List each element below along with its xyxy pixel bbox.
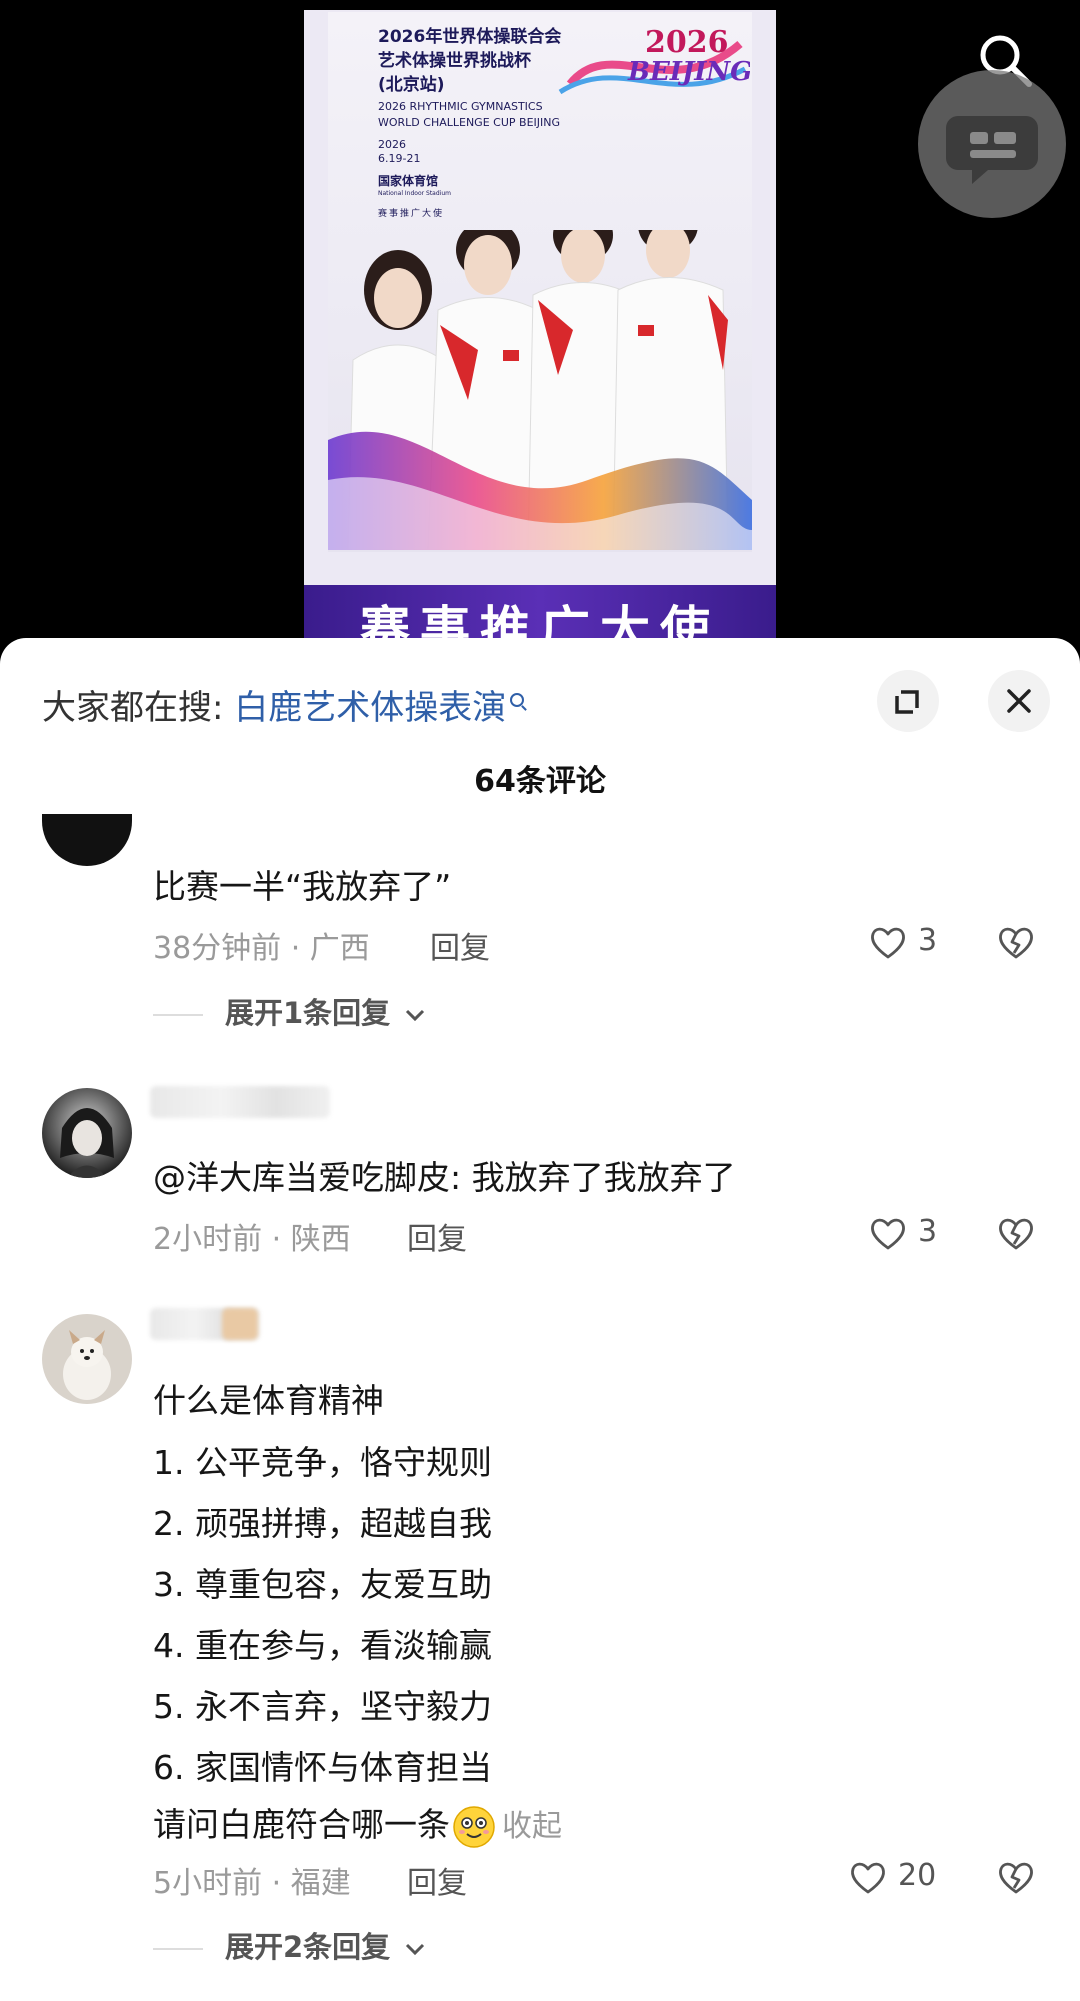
- collapse-button[interactable]: 收起: [502, 1809, 562, 1844]
- poster-venue-en: National Indoor Stadium: [378, 190, 451, 197]
- avatar-figure: [60, 1108, 114, 1178]
- reply-button[interactable]: 回复: [407, 1858, 467, 1902]
- trending-search-keyword[interactable]: 白鹿艺术体操表演: [234, 688, 506, 728]
- divider: [153, 1948, 203, 1950]
- poster-year: 2026: [378, 138, 406, 151]
- expand-replies-button[interactable]: 展开2条回复: [153, 1924, 426, 1966]
- poster-title-3: (北京站): [378, 75, 445, 95]
- beijing-2026-logo: 2026 BEIJING: [558, 25, 750, 95]
- reply-button[interactable]: 回复: [430, 923, 490, 967]
- expand-replies-label: 展开2条回复: [225, 1930, 391, 1964]
- broken-heart-icon[interactable]: [996, 923, 1036, 963]
- ambassadors-photo: [328, 230, 752, 550]
- comment-line: 1. 公平竞争，恪守规则: [153, 1443, 492, 1482]
- comment-line: 6. 家国情怀与体育担当: [153, 1748, 492, 1787]
- poster-title-1: 2026年世界体操联合会: [378, 27, 562, 47]
- user-badge-blurred: [222, 1308, 258, 1340]
- expand-button[interactable]: [877, 670, 939, 732]
- comment-line: 4. 重在参与，看淡输赢: [153, 1626, 492, 1665]
- comment-text: @洋大库当爱吃脚皮: 我放弃了我放弃了: [153, 1158, 736, 1197]
- avatar[interactable]: [42, 1088, 132, 1178]
- like-count: 3: [918, 1214, 938, 1249]
- trending-search[interactable]: 大家都在搜: 白鹿艺术体操表演: [42, 680, 525, 729]
- heart-icon[interactable]: [868, 1214, 908, 1254]
- poster-venue: 国家体育馆: [378, 174, 439, 188]
- avatar-dog: [63, 1330, 111, 1400]
- comment-line: 2. 顽强拼搏，超越自我: [153, 1504, 492, 1543]
- comment-bubble-button[interactable]: [918, 70, 1066, 218]
- close-icon: [1007, 689, 1031, 713]
- poster-subtitle-en-1: 2026 RHYTHMIC GYMNASTICS: [378, 100, 543, 113]
- username-blurred[interactable]: [150, 1086, 330, 1118]
- avatar[interactable]: [42, 814, 132, 866]
- expand-replies-label: 展开1条回复: [225, 996, 391, 1030]
- poster-title-2: 艺术体操世界挑战杯: [378, 51, 531, 71]
- broken-heart-icon[interactable]: [996, 1214, 1036, 1254]
- chevron-down-icon: [406, 1943, 425, 1956]
- poster-image: 2026年世界体操联合会 艺术体操世界挑战杯 (北京站) 2026 RHYTHM…: [304, 10, 776, 660]
- comment-meta: 2小时前 · 陕西: [153, 1222, 351, 1257]
- comment-meta: 5小时前 · 福建: [153, 1866, 351, 1901]
- reply-button[interactable]: 回复: [407, 1214, 467, 1258]
- close-button[interactable]: [988, 670, 1050, 732]
- divider: [153, 1014, 203, 1016]
- comment-line: 3. 尊重包容，友爱互助: [153, 1565, 492, 1604]
- chevron-down-icon: [406, 1009, 425, 1022]
- expand-icon: [895, 690, 919, 714]
- comment-line: 5. 永不言弃，坚守毅力: [153, 1687, 492, 1726]
- like-count: 3: [918, 923, 938, 958]
- comment-line: 请问白鹿符合哪一条: [153, 1805, 450, 1844]
- logo-city: BEIJING: [627, 57, 750, 87]
- avatar[interactable]: [42, 1314, 132, 1404]
- comment-text: 比赛一半“我放弃了”: [153, 867, 452, 906]
- comment-sheet: 大家都在搜: 白鹿艺术体操表演 64条评论 比赛一半“我放弃了” 38分钟前 ·…: [0, 638, 1080, 2001]
- chat-bubble-icon: [946, 116, 1038, 184]
- expand-replies-button[interactable]: 展开1条回复: [153, 990, 426, 1032]
- video-player[interactable]: 2026年世界体操联合会 艺术体操世界挑战杯 (北京站) 2026 RHYTHM…: [0, 0, 1080, 660]
- broken-heart-icon[interactable]: [996, 1858, 1036, 1898]
- trending-search-prefix: 大家都在搜:: [42, 688, 224, 728]
- search-icon: [510, 693, 525, 707]
- comment-last-line: 请问白鹿符合哪一条 收起: [153, 1798, 562, 1849]
- heart-icon[interactable]: [848, 1858, 888, 1898]
- like-count: 20: [898, 1858, 937, 1893]
- poster-ambassador-label: 赛事推广大使: [378, 209, 445, 219]
- comment-meta: 38分钟前 · 广西: [153, 931, 370, 966]
- smile-emoji-icon: [453, 1805, 495, 1848]
- poster-subtitle-en-2: WORLD CHALLENGE CUP BEIJING: [378, 116, 560, 129]
- comment-line: 什么是体育精神: [153, 1381, 384, 1420]
- heart-icon[interactable]: [868, 923, 908, 963]
- comment-count: 64条评论: [474, 764, 606, 799]
- poster-dates: 6.19-21: [378, 152, 421, 165]
- logo-year: 2026: [645, 25, 729, 60]
